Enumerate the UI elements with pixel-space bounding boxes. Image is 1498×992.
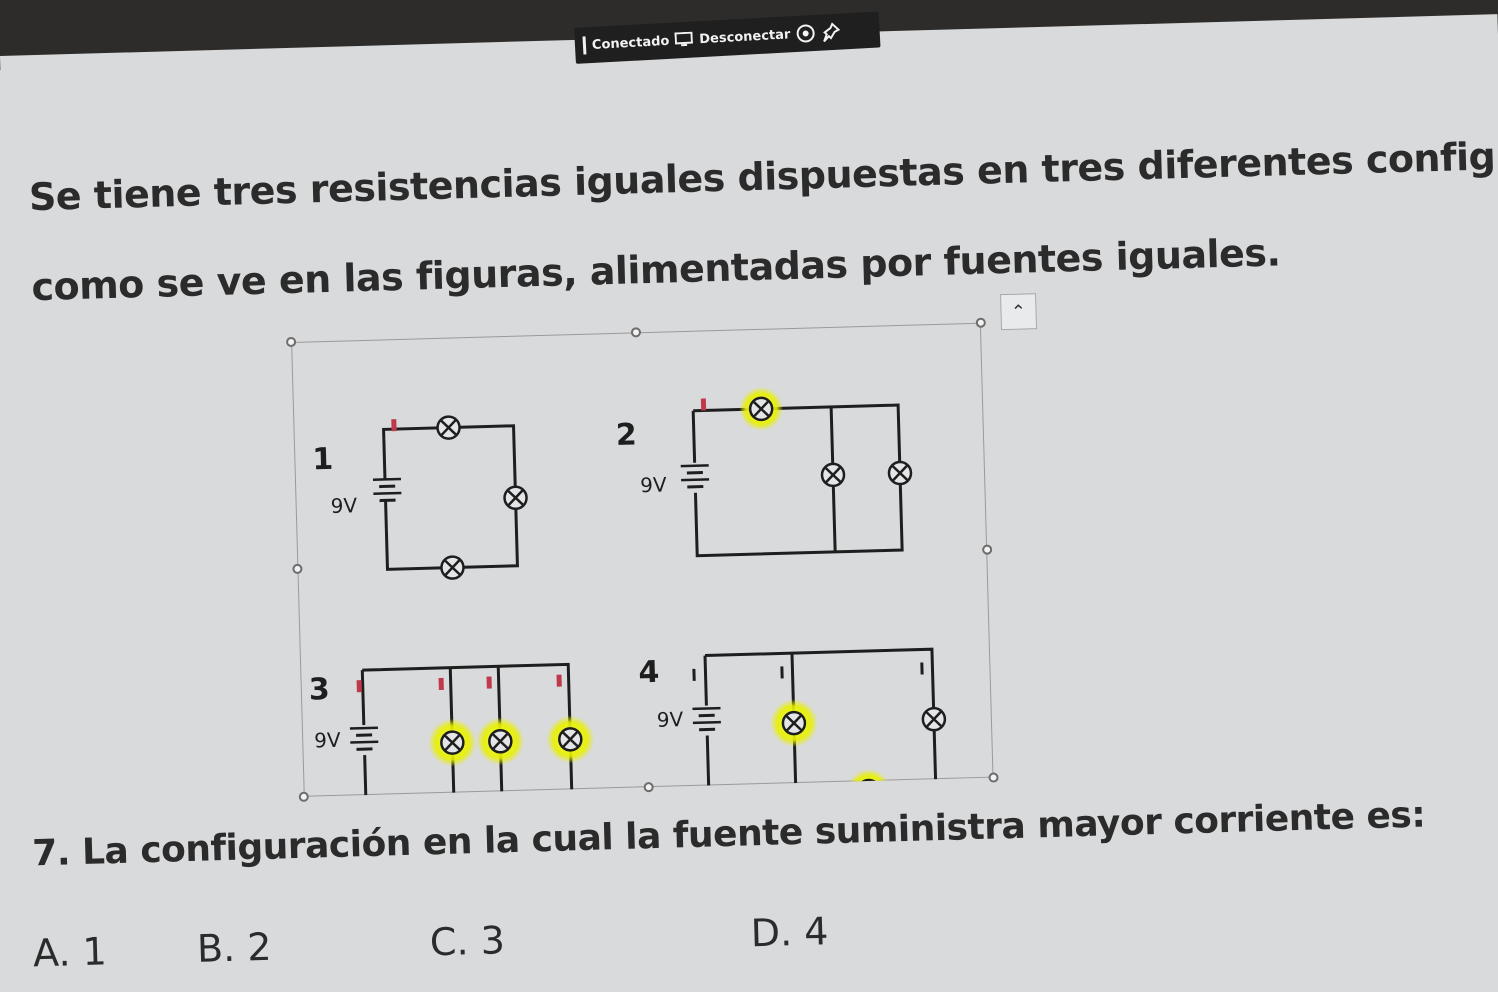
circuit-diagrams: 1 9V 2 9V 3 9V 4 9V <box>308 386 947 797</box>
lamp-icon <box>439 730 465 756</box>
circuit-1-voltage: 9V <box>330 493 357 518</box>
circuit-3-number: 3 <box>308 672 330 708</box>
monitor-icon[interactable] <box>674 31 694 49</box>
battery-icon <box>371 477 404 503</box>
lamp-icon <box>435 415 462 441</box>
option-b[interactable]: B. 2 <box>196 925 272 971</box>
circuit-4: 4 9V <box>638 647 947 797</box>
circuit-3-voltage: 9V <box>314 728 341 753</box>
circuit-1-number: 1 <box>312 442 334 478</box>
lamp-icon <box>439 555 466 581</box>
option-d[interactable]: D. 4 <box>750 909 829 955</box>
lamp-icon <box>921 706 947 732</box>
circuit-3: 3 9V <box>308 662 595 797</box>
lamp-icon <box>856 778 882 797</box>
lamp-icon <box>887 460 913 486</box>
circuit-2: 2 9V <box>615 386 913 558</box>
circuit-1: 1 9V <box>312 415 529 581</box>
lamp-icon <box>820 462 846 488</box>
option-a[interactable]: A. 1 <box>32 929 107 975</box>
circuit-2-voltage: 9V <box>640 473 667 498</box>
option-c[interactable]: C. 3 <box>429 918 505 964</box>
lamp-icon <box>557 726 583 752</box>
slide-screen: Conectado Desconectar Se tiene tres resi… <box>0 11 1498 992</box>
lamp-icon <box>502 485 529 511</box>
lamp-icon <box>781 710 807 736</box>
pin-icon[interactable] <box>820 22 841 43</box>
question-text: 7. La configuración en la cual la fuente… <box>31 794 1426 875</box>
disconnect-button[interactable]: Desconectar <box>699 27 791 47</box>
lamp-icon <box>487 728 513 754</box>
layout-options-icon[interactable]: ⌃ <box>1000 293 1038 331</box>
connection-indicator <box>582 36 587 55</box>
circuit-2-number: 2 <box>615 417 637 453</box>
circuit-4-number: 4 <box>638 655 660 691</box>
paragraph-line-1: Se tiene tres resistencias iguales dispu… <box>28 128 1498 220</box>
paragraph-line-2: como se ve en las figuras, alimentadas p… <box>30 230 1281 310</box>
connected-label: Conectado <box>591 33 670 53</box>
circuit-4-voltage: 9V <box>656 707 683 732</box>
lamp-icon <box>748 396 774 422</box>
gear-icon[interactable] <box>795 23 815 43</box>
